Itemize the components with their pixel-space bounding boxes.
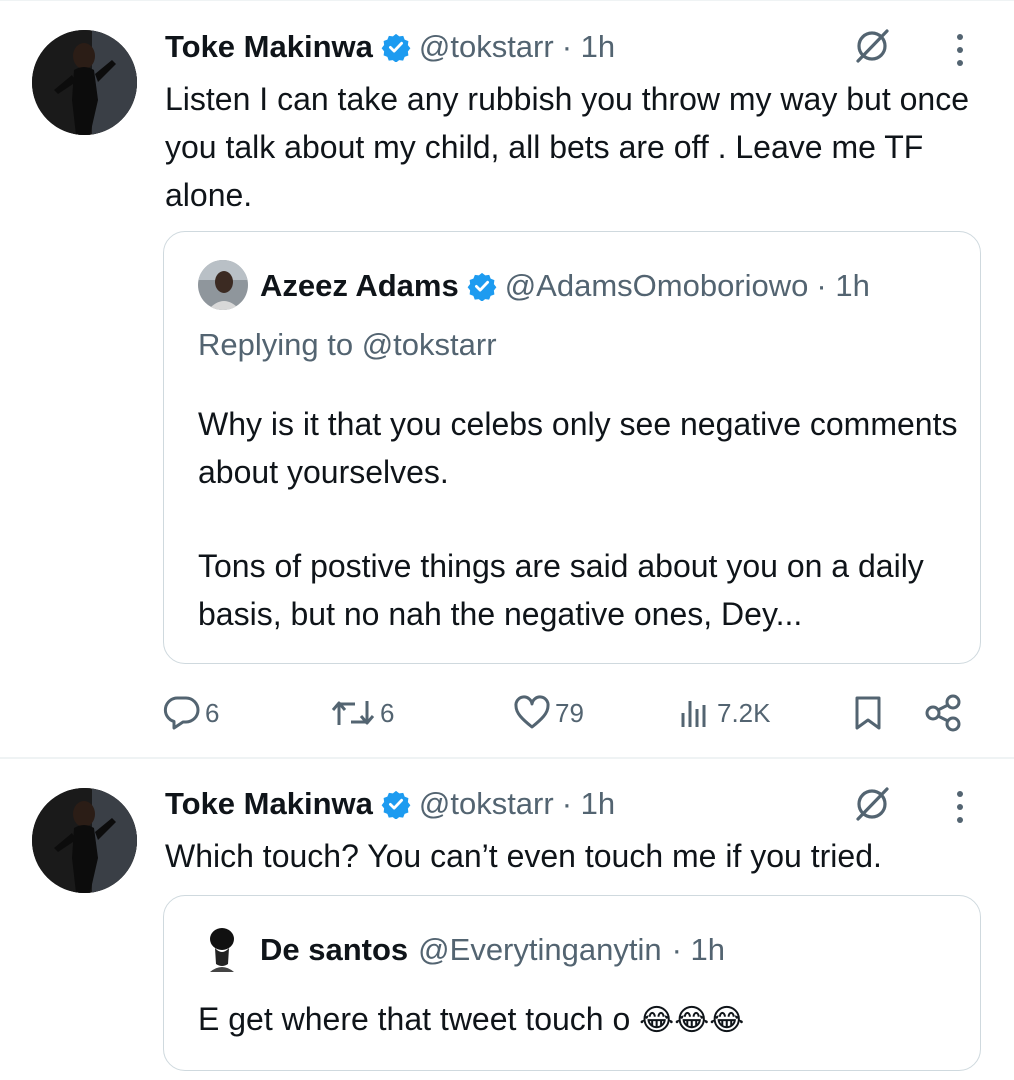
reply-button[interactable]: 6 bbox=[163, 695, 219, 731]
more-icon[interactable] bbox=[955, 33, 965, 72]
tweet-header: Toke Makinwa @tokstarr · 1h bbox=[165, 29, 615, 65]
views-button[interactable]: 7.2K bbox=[677, 695, 771, 731]
author-name[interactable]: Toke Makinwa bbox=[165, 786, 373, 822]
bookmark-icon[interactable] bbox=[853, 695, 883, 736]
quote-timestamp: · 1h bbox=[816, 268, 870, 303]
quote-text-paragraph-2: Tons of postive things are said about yo… bbox=[198, 548, 924, 632]
timestamp[interactable]: · 1h bbox=[562, 29, 615, 65]
like-icon bbox=[513, 695, 551, 731]
quote-author-name[interactable]: De santos bbox=[260, 932, 408, 968]
quote-avatar[interactable] bbox=[198, 260, 248, 310]
quote-text: E get where that tweet touch o 😂😂😂 bbox=[198, 995, 744, 1045]
retweet-button[interactable]: 6 bbox=[330, 695, 394, 731]
quote-avatar[interactable] bbox=[200, 926, 244, 974]
quote-header: Azeez Adams @AdamsOmoboriowo · 1h bbox=[260, 268, 870, 304]
quoted-tweet[interactable]: Azeez Adams @AdamsOmoboriowo · 1h Replyi… bbox=[163, 231, 981, 664]
quote-header: De santos @Everytinganytin · 1h bbox=[260, 932, 725, 968]
views-icon bbox=[677, 695, 713, 731]
top-divider bbox=[0, 0, 1014, 1]
avatar[interactable] bbox=[32, 30, 137, 135]
like-button[interactable]: 79 bbox=[513, 695, 584, 731]
verified-badge-icon bbox=[381, 789, 411, 820]
like-count: 79 bbox=[555, 697, 584, 728]
author-handle[interactable]: @tokstarr bbox=[419, 29, 554, 65]
author-handle[interactable]: @tokstarr bbox=[419, 786, 554, 822]
more-icon[interactable] bbox=[955, 790, 965, 829]
timestamp[interactable]: · 1h bbox=[562, 786, 615, 822]
verified-badge-icon bbox=[381, 32, 411, 63]
avatar[interactable] bbox=[32, 788, 137, 893]
share-icon[interactable] bbox=[923, 694, 963, 737]
quote-author-name[interactable]: Azeez Adams bbox=[260, 268, 459, 304]
tweet-text: Which touch? You can’t even touch me if … bbox=[165, 838, 882, 874]
grok-icon[interactable] bbox=[852, 784, 892, 829]
grok-icon[interactable] bbox=[852, 26, 892, 71]
verified-badge-icon bbox=[467, 271, 497, 302]
quote-author-handle[interactable]: @AdamsOmoboriowo bbox=[505, 268, 809, 304]
laughing-emoji: 😂😂😂 bbox=[639, 1004, 745, 1037]
quote-text-paragraph-1: Why is it that you celebs only see negat… bbox=[198, 406, 958, 490]
quoted-tweet[interactable]: De santos @Everytinganytin · 1h E get wh… bbox=[163, 895, 981, 1071]
reply-count: 6 bbox=[205, 697, 220, 728]
tweet-header: Toke Makinwa @tokstarr · 1h bbox=[165, 786, 615, 822]
reply-icon bbox=[163, 695, 201, 731]
quote-text-body: E get where that tweet touch o bbox=[198, 1001, 631, 1037]
tweet-divider bbox=[0, 757, 1014, 759]
replying-to[interactable]: Replying to @tokstarr bbox=[198, 327, 497, 363]
author-name[interactable]: Toke Makinwa bbox=[165, 29, 373, 65]
quote-timestamp: · 1h bbox=[671, 932, 726, 967]
retweet-icon bbox=[330, 695, 376, 731]
retweet-count: 6 bbox=[380, 697, 395, 728]
tweet-text: Listen I can take any rubbish you throw … bbox=[165, 81, 969, 213]
quote-author-handle[interactable]: @Everytinganytin bbox=[418, 932, 661, 968]
views-count: 7.2K bbox=[717, 697, 771, 728]
